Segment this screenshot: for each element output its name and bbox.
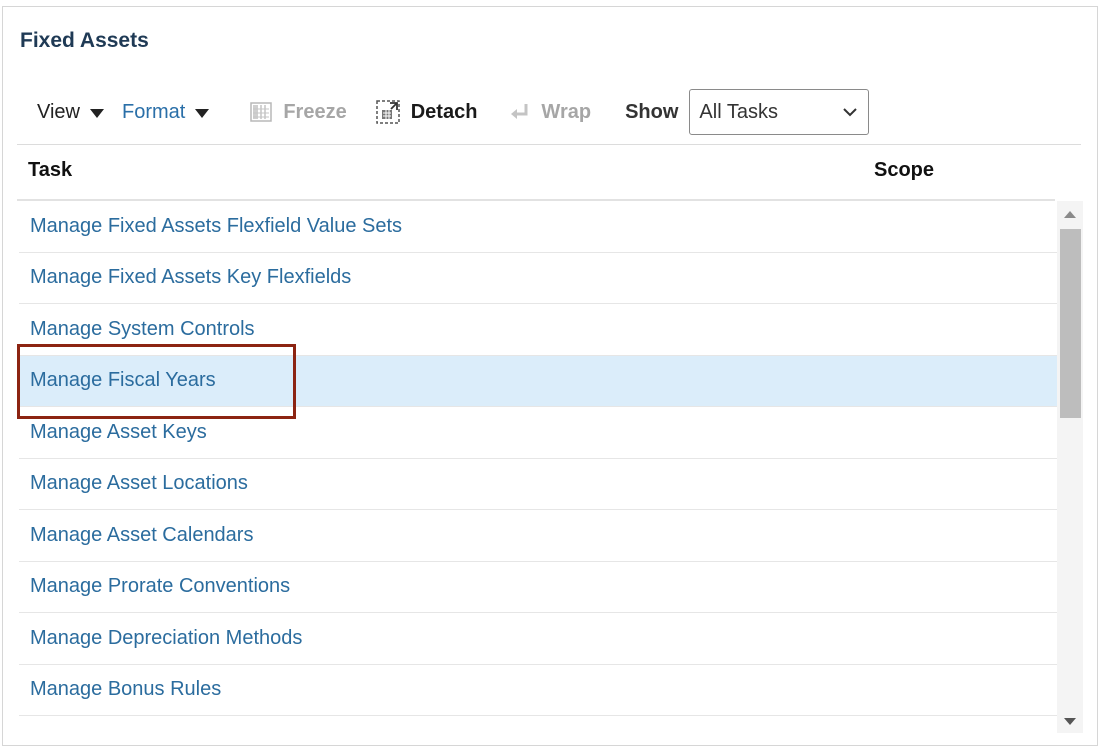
scroll-thumb[interactable] <box>1060 229 1081 418</box>
freeze-button[interactable]: Freeze <box>249 100 347 124</box>
table-row-selected[interactable]: Manage Fiscal Years <box>19 355 1057 407</box>
view-menu[interactable]: View <box>37 101 104 124</box>
table-toolbar: View Format Freeze Detach Wrap Show All … <box>17 87 1081 137</box>
format-menu[interactable]: Format <box>122 100 210 124</box>
table-row[interactable]: Manage System Controls <box>19 304 1057 356</box>
task-link[interactable]: Manage Prorate Conventions <box>30 575 290 598</box>
wrap-button[interactable]: Wrap <box>509 101 591 124</box>
fixed-assets-panel: Fixed Assets View Format Freeze Detach W… <box>2 6 1098 746</box>
panel-title: Fixed Assets <box>20 29 149 52</box>
chevron-down-icon <box>842 101 858 124</box>
table-row[interactable]: Manage Asset Locations <box>19 459 1057 510</box>
task-link[interactable]: Manage Bonus Rules <box>30 678 221 701</box>
caret-down-icon <box>90 109 104 118</box>
toolbar-divider <box>17 144 1081 145</box>
scroll-down-icon[interactable] <box>1064 718 1076 725</box>
format-menu-label: Format <box>122 100 186 123</box>
freeze-columns-icon <box>249 100 273 124</box>
detach-button-label: Detach <box>410 100 478 123</box>
freeze-button-label: Freeze <box>283 100 347 123</box>
show-select-value: All Tasks <box>699 100 778 123</box>
column-header-task[interactable]: Task <box>28 159 72 182</box>
table-row[interactable]: Manage Asset Keys <box>19 407 1057 459</box>
caret-down-icon <box>195 109 210 118</box>
task-link[interactable]: Manage Fixed Assets Flexfield Value Sets <box>30 215 402 238</box>
column-header-scope[interactable]: Scope <box>874 159 934 182</box>
wrap-icon <box>509 101 531 123</box>
scroll-up-icon[interactable] <box>1064 211 1076 218</box>
detach-icon <box>375 99 401 125</box>
task-link[interactable]: Manage Asset Locations <box>30 472 248 495</box>
table-row[interactable]: Manage Fixed Assets Flexfield Value Sets <box>19 201 1057 253</box>
show-label: Show <box>625 100 679 123</box>
task-link[interactable]: Manage Depreciation Methods <box>30 627 302 650</box>
task-list: Manage Fixed Assets Flexfield Value Sets… <box>19 201 1057 716</box>
vertical-scrollbar[interactable] <box>1057 201 1083 733</box>
task-link[interactable]: Manage Asset Keys <box>30 421 207 444</box>
task-link[interactable]: Manage Fiscal Years <box>30 369 216 392</box>
wrap-button-label: Wrap <box>541 100 592 123</box>
table-row[interactable]: Manage Depreciation Methods <box>19 613 1057 665</box>
table-row[interactable]: Manage Prorate Conventions <box>19 562 1057 613</box>
task-link[interactable]: Manage System Controls <box>30 318 255 341</box>
table-row[interactable]: Manage Bonus Rules <box>19 665 1057 716</box>
task-link[interactable]: Manage Asset Calendars <box>30 524 253 547</box>
task-link[interactable]: Manage Fixed Assets Key Flexfields <box>30 266 351 289</box>
table-row[interactable]: Manage Asset Calendars <box>19 510 1057 562</box>
detach-button[interactable]: Detach <box>375 99 478 125</box>
view-menu-label: View <box>37 100 80 123</box>
table-row[interactable]: Manage Fixed Assets Key Flexfields <box>19 253 1057 304</box>
show-select[interactable]: All Tasks <box>689 89 870 135</box>
